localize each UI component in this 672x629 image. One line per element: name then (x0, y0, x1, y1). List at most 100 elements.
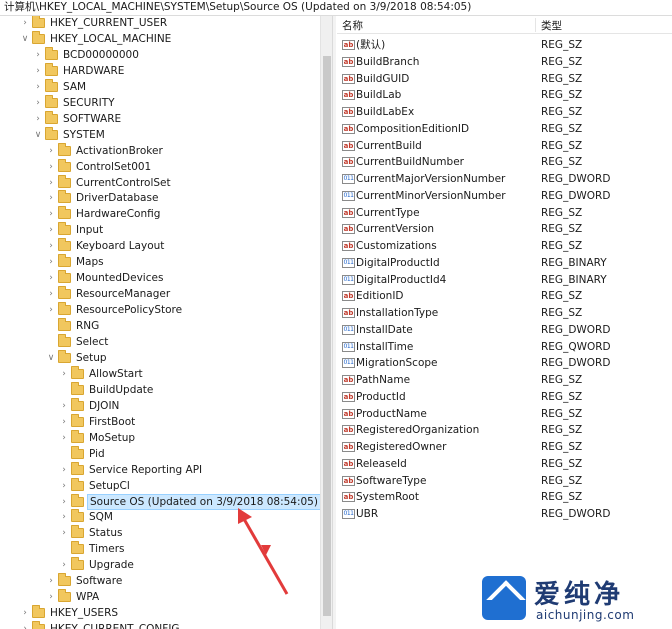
value-row[interactable]: ab RegisteredOwner REG_SZ (337, 439, 672, 455)
value-row[interactable]: 011 CurrentMajorVersionNumber REG_DWORD (337, 171, 672, 187)
chevron-right-icon[interactable]: › (46, 238, 56, 254)
chevron-right-icon[interactable]: › (46, 159, 56, 175)
chevron-right-icon[interactable]: › (33, 47, 43, 63)
string-value-icon: ab (342, 207, 355, 218)
value-row[interactable]: ab CompositionEditionID REG_SZ (337, 121, 672, 137)
value-row[interactable]: ab EditionID REG_SZ (337, 288, 672, 304)
value-row[interactable]: ab (默认) REG_SZ (337, 37, 672, 53)
value-row[interactable]: ab SystemRoot REG_SZ (337, 489, 672, 505)
chevron-right-icon[interactable]: › (59, 430, 69, 446)
value-row[interactable]: ab CurrentBuildNumber REG_SZ (337, 154, 672, 170)
chevron-right-icon[interactable]: › (46, 175, 56, 191)
chevron-right-icon[interactable]: › (59, 462, 69, 478)
value-row[interactable]: 011 InstallDate REG_DWORD (337, 322, 672, 338)
tree-node-label: HARDWARE (63, 64, 125, 77)
value-row[interactable]: ab InstallationType REG_SZ (337, 305, 672, 321)
value-row[interactable]: ab CurrentVersion REG_SZ (337, 221, 672, 237)
chevron-right-icon[interactable]: › (20, 605, 30, 621)
chevron-right-icon[interactable]: › (46, 286, 56, 302)
value-row[interactable]: ab BuildLabEx REG_SZ (337, 104, 672, 120)
value-type: REG_SZ (541, 441, 583, 453)
chevron-down-icon[interactable]: ∨ (20, 31, 30, 47)
value-name: DigitalProductId (356, 256, 440, 269)
value-row[interactable]: ab RegisteredOrganization REG_SZ (337, 422, 672, 438)
scrollbar-thumb[interactable] (323, 56, 331, 616)
tree-node-label: Setup (76, 351, 107, 364)
tree-node-label: Timers (89, 543, 125, 556)
chevron-right-icon[interactable]: › (46, 254, 56, 270)
value-type: REG_SZ (541, 55, 583, 68)
value-type: REG_SZ (541, 491, 583, 504)
value-row[interactable]: ab BuildLab REG_SZ (337, 87, 672, 103)
chevron-right-icon[interactable]: › (46, 573, 56, 589)
value-row[interactable]: 011 DigitalProductId4 REG_BINARY (337, 272, 672, 288)
string-value-icon: ab (342, 442, 355, 452)
folder-icon (32, 605, 45, 619)
chevron-right-icon[interactable]: › (46, 270, 56, 286)
chevron-right-icon[interactable]: › (59, 525, 69, 541)
folder-icon (32, 16, 45, 28)
value-row[interactable]: ab ReleaseId REG_SZ (337, 456, 672, 472)
chevron-right-icon[interactable]: › (33, 79, 43, 95)
value-row[interactable]: 011 MigrationScope REG_DWORD (337, 355, 672, 371)
value-row[interactable]: ab ProductId REG_SZ (337, 389, 672, 405)
value-row[interactable]: ab ProductName REG_SZ (337, 406, 672, 422)
chevron-right-icon[interactable]: › (46, 589, 56, 605)
tree-node-label: BCD00000000 (63, 48, 139, 61)
chevron-right-icon[interactable]: › (59, 478, 69, 494)
value-name: ReleaseId (356, 457, 407, 470)
chevron-right-icon[interactable]: › (20, 621, 30, 629)
watermark-text-zh: 爱纯净 (534, 580, 625, 610)
chevron-down-icon[interactable]: ∨ (33, 127, 43, 143)
value-name: RegisteredOrganization (356, 424, 480, 437)
tree-node-label: Service Reporting API (89, 463, 203, 476)
chevron-right-icon[interactable]: › (46, 190, 56, 206)
chevron-right-icon[interactable]: › (46, 302, 56, 318)
registry-tree[interactable]: › HKEY_CURRENT_USER ∨ HKEY_LOCAL_MACHINE › BC… (0, 16, 320, 629)
column-divider[interactable] (535, 18, 536, 32)
value-row[interactable]: 011 UBR REG_DWORD (337, 506, 672, 522)
chevron-right-icon[interactable]: › (59, 494, 69, 510)
chevron-right-icon[interactable]: › (46, 206, 56, 222)
value-type: REG_BINARY (541, 273, 607, 286)
folder-icon (45, 94, 58, 108)
value-name: ProductName (356, 407, 427, 420)
chevron-right-icon[interactable]: › (33, 111, 43, 127)
chevron-right-icon[interactable]: › (33, 63, 43, 79)
chevron-down-icon[interactable]: ∨ (46, 350, 56, 366)
value-row[interactable]: ab BuildGUID REG_SZ (337, 71, 672, 87)
value-row[interactable]: ab CurrentBuild REG_SZ (337, 138, 672, 154)
address-bar[interactable]: 计算机\HKEY_LOCAL_MACHINE\SYSTEM\Setup\Sour… (0, 0, 672, 16)
chevron-right-icon[interactable]: › (33, 95, 43, 111)
column-header-name[interactable]: 名称 (342, 18, 363, 33)
folder-icon (71, 397, 84, 411)
chevron-right-icon[interactable]: › (20, 16, 30, 31)
chevron-right-icon[interactable]: › (59, 557, 69, 573)
tree-scrollbar[interactable] (320, 16, 332, 629)
value-type: REG_SZ (541, 307, 583, 319)
value-row[interactable]: 011 InstallTime REG_QWORD (337, 339, 672, 355)
chevron-right-icon[interactable]: › (59, 398, 69, 414)
chevron-right-icon[interactable]: › (46, 143, 56, 159)
pane-splitter[interactable] (332, 16, 336, 629)
value-row[interactable]: ab BuildBranch REG_SZ (337, 54, 672, 70)
tree-node-label: DJOIN (89, 399, 120, 412)
tree-node-label: SOFTWARE (63, 112, 122, 125)
string-value-icon: ab (342, 425, 355, 436)
value-row[interactable]: ab PathName REG_SZ (337, 372, 672, 388)
value-row[interactable]: ab SoftwareType REG_SZ (337, 473, 672, 489)
value-row[interactable]: 011 CurrentMinorVersionNumber REG_DWORD (337, 188, 672, 204)
folder-icon (71, 525, 84, 539)
string-value-icon: ab (342, 241, 355, 251)
value-row[interactable]: ab CurrentType REG_SZ (337, 205, 672, 221)
chevron-right-icon[interactable]: › (46, 222, 56, 238)
chevron-right-icon[interactable]: › (59, 509, 69, 525)
value-row[interactable]: 011 DigitalProductId REG_BINARY (337, 255, 672, 271)
value-row[interactable]: ab Customizations REG_SZ (337, 238, 672, 254)
tree-node-label: MoSetup (89, 431, 136, 444)
folder-icon (71, 365, 84, 379)
chevron-right-icon[interactable]: › (59, 366, 69, 382)
chevron-right-icon[interactable]: › (59, 414, 69, 430)
value-name: InstallTime (356, 340, 414, 353)
column-header-type[interactable]: 类型 (541, 18, 562, 33)
